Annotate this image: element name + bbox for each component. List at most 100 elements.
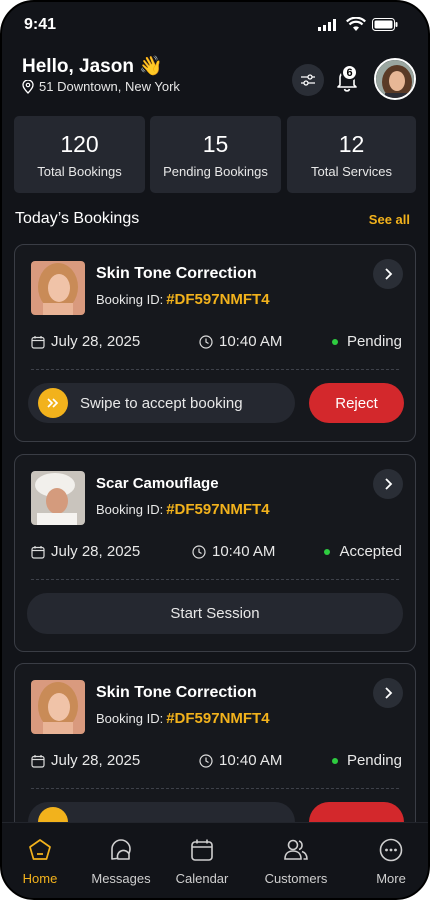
booking-date: July 28, 2025 [31, 543, 140, 560]
time-text: 10:40 AM [212, 543, 276, 560]
booking-card[interactable]: Scar Camouflage Booking ID: #DF597NMFT4 J… [14, 454, 416, 652]
time-text: 10:40 AM [219, 333, 283, 350]
status-dot [331, 338, 338, 345]
nav-item-home[interactable]: Home [2, 837, 80, 886]
date-text: July 28, 2025 [51, 543, 141, 560]
date-text: July 28, 2025 [51, 752, 141, 769]
service-thumbnail [31, 680, 85, 734]
open-booking-button[interactable] [373, 678, 403, 708]
calendar-icon [31, 754, 45, 768]
avatar-image [376, 60, 414, 98]
status-dot [324, 548, 331, 555]
booking-id-code: #DF597NMFT4 [166, 291, 270, 308]
stat-value: 12 [338, 131, 365, 157]
wifi-icon [346, 17, 366, 31]
booking-id: Booking ID: #DF597NMFT4 [96, 710, 270, 727]
chevron-right-icon [385, 268, 393, 280]
booking-id-label: Booking ID: [96, 711, 164, 726]
booking-status: Accepted [324, 543, 402, 560]
nav-label: Customers [264, 871, 328, 886]
divider [31, 579, 399, 580]
service-thumbnail [31, 471, 85, 525]
signal-icon [318, 19, 336, 31]
start-session-button[interactable]: Start Session [27, 593, 403, 634]
nav-item-customers[interactable]: Customers [256, 837, 336, 886]
service-name: Skin Tone Correction [96, 684, 257, 701]
status-text: Accepted [339, 543, 402, 560]
bottom-nav: Home Messages Calendar Customers More [2, 822, 428, 898]
filter-button[interactable] [292, 64, 324, 96]
date-text: July 28, 2025 [51, 333, 141, 350]
swipe-to-accept[interactable]: Swipe to accept booking [28, 383, 295, 423]
nav-label: More [376, 871, 406, 886]
location: 51 Downtown, New York [22, 79, 180, 94]
nav-item-calendar[interactable]: Calendar [162, 837, 242, 886]
battery-icon [372, 18, 398, 31]
nav-item-messages[interactable]: Messages [81, 837, 161, 886]
open-booking-button[interactable] [373, 259, 403, 289]
service-name: Scar Camouflage [96, 475, 219, 492]
nav-label: Home [22, 871, 58, 886]
messages-icon [111, 839, 131, 860]
swipe-label: Swipe to accept booking [80, 394, 243, 412]
booking-id: Booking ID: #DF597NMFT4 [96, 291, 270, 308]
customers-icon [284, 839, 308, 860]
time-text: 10:40 AM [219, 752, 283, 769]
divider [31, 788, 399, 789]
booking-status: Pending [331, 333, 402, 350]
stat-value: 15 [202, 131, 229, 157]
clock-icon [199, 753, 213, 768]
stat-total-bookings[interactable]: 120 Total Bookings [14, 116, 145, 193]
clock-icon [199, 334, 213, 349]
nav-label: Calendar [175, 871, 229, 886]
stat-value: 120 [60, 131, 99, 157]
stat-pending-bookings[interactable]: 15 Pending Bookings [150, 116, 281, 193]
stat-label: Total Bookings [37, 164, 122, 179]
booking-id-code: #DF597NMFT4 [166, 501, 270, 518]
booking-status: Pending [331, 752, 402, 769]
status-text: Pending [346, 752, 402, 769]
client-photo [31, 680, 85, 734]
phone-screen: 9:41 Hello, Jason 👋 51 Downtown, New Yor… [0, 0, 430, 900]
location-text: 51 Downtown, New York [39, 79, 180, 94]
booking-id-label: Booking ID: [96, 292, 164, 307]
booking-date: July 28, 2025 [31, 333, 140, 350]
booking-time: 10:40 AM [199, 752, 282, 769]
client-photo [31, 261, 85, 315]
divider [31, 369, 399, 370]
more-icon [379, 838, 403, 862]
client-photo [31, 471, 85, 525]
greeting: Hello, Jason 👋 [22, 56, 163, 77]
service-name: Skin Tone Correction [96, 265, 257, 282]
status-bar: 9:41 [2, 2, 428, 46]
double-chevron-right-icon [47, 398, 59, 408]
notification-badge: 6 [341, 64, 358, 81]
booking-card[interactable]: Skin Tone Correction Booking ID: #DF597NM… [14, 244, 416, 442]
status-time: 9:41 [24, 16, 57, 33]
calendar-icon [31, 545, 45, 559]
calendar-icon [31, 335, 45, 349]
swipe-handle[interactable] [38, 388, 68, 418]
booking-id: Booking ID: #DF597NMFT4 [96, 501, 270, 518]
booking-date: July 28, 2025 [31, 752, 140, 769]
status-text: Pending [346, 333, 402, 350]
booking-time: 10:40 AM [199, 333, 282, 350]
reject-button[interactable]: Reject [309, 383, 404, 423]
nav-label: Messages [91, 871, 151, 886]
location-pin-icon [22, 79, 34, 94]
open-booking-button[interactable] [373, 469, 403, 499]
booking-time: 10:40 AM [192, 543, 275, 560]
stat-total-services[interactable]: 12 Total Services [287, 116, 416, 193]
section-title: Today’s Bookings [15, 210, 140, 227]
clock-icon [192, 544, 206, 559]
stat-label: Total Services [311, 164, 392, 179]
status-dot [331, 757, 338, 764]
calendar-icon [191, 839, 213, 861]
avatar[interactable] [374, 58, 416, 100]
nav-item-more[interactable]: More [351, 837, 428, 886]
see-all-link[interactable]: See all [369, 212, 410, 227]
booking-id-code: #DF597NMFT4 [166, 710, 270, 727]
chevron-right-icon [385, 687, 393, 699]
home-icon [29, 839, 51, 860]
chevron-right-icon [385, 478, 393, 490]
